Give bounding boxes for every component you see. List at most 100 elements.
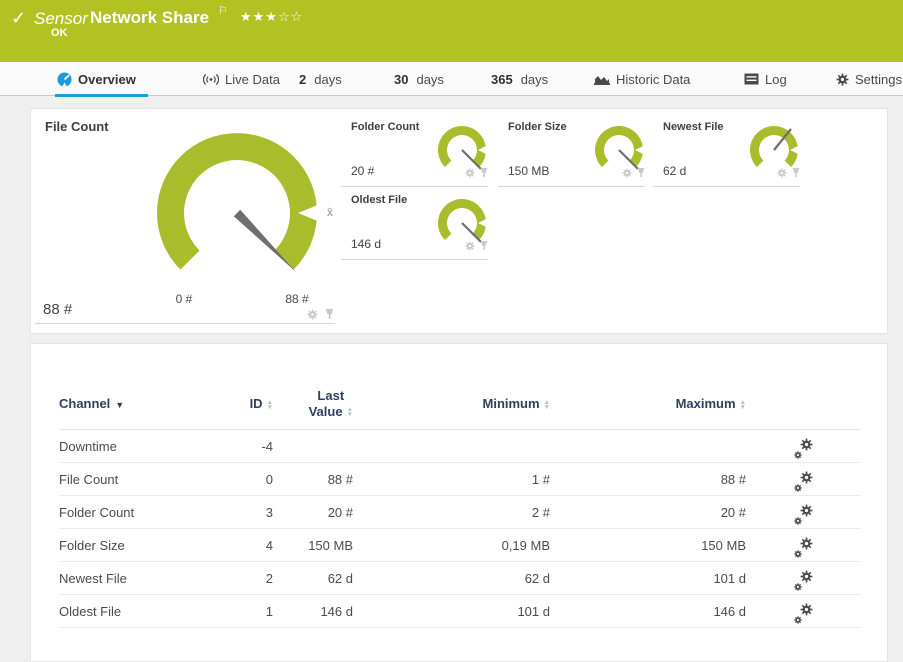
gauge-icon	[57, 72, 72, 87]
pin-icon[interactable]	[479, 165, 489, 183]
channel-minimum: 101 d	[353, 604, 550, 619]
tab-label: days	[314, 72, 341, 87]
channel-maximum: 20 #	[550, 505, 746, 520]
channel-settings-icon[interactable]	[794, 471, 814, 488]
priority-stars[interactable]: ★★★☆☆	[240, 9, 303, 25]
primary-gauge-value: 88 #	[43, 301, 72, 318]
sensor-overview-page: ✓ Sensor Network Share ⚐ ★★★☆☆ OK Overvi…	[0, 0, 903, 662]
channel-settings-icon[interactable]	[794, 537, 814, 554]
channel-name[interactable]: Folder Count	[59, 505, 209, 520]
channel-id: 1	[209, 604, 273, 619]
channel-last-value: 88 #	[273, 472, 353, 487]
broadcast-icon	[203, 73, 219, 86]
tab-label: Log	[765, 72, 787, 87]
pin-icon[interactable]	[479, 238, 489, 256]
tab-30-days[interactable]: 30 days	[394, 62, 444, 96]
tile-divider	[35, 323, 335, 324]
sort-icon: ▲▼	[740, 400, 746, 410]
channel-minimum: 1 #	[353, 472, 550, 487]
tab-label: Historic Data	[616, 72, 690, 87]
channel-name[interactable]: Newest File	[59, 571, 209, 586]
gauge-title: Newest File	[663, 121, 724, 133]
oldest-file-tile: Oldest File 146 d	[341, 190, 491, 262]
tab-label: Live Data	[225, 72, 280, 87]
channel-maximum: 88 #	[550, 472, 746, 487]
pin-icon[interactable]	[791, 165, 801, 183]
tab-label: days	[521, 72, 548, 87]
tab-label: Overview	[78, 72, 136, 87]
primary-gauge-title: File Count	[45, 119, 109, 134]
gauge-value: 62 d	[663, 164, 686, 178]
status-ok-check-icon: ✓	[11, 8, 26, 29]
log-list-icon	[744, 73, 759, 85]
table-row: Folder Size 4 150 MB 0,19 MB 150 MB	[59, 529, 861, 562]
area-chart-icon	[594, 73, 610, 86]
col-header-maximum[interactable]: Maximum▲▼	[550, 396, 746, 411]
gauge-value: 20 #	[351, 164, 374, 178]
channel-maximum: 150 MB	[550, 538, 746, 553]
gauge-scale-max: 88 #	[272, 292, 322, 306]
channel-id: 2	[209, 571, 273, 586]
channel-id: 0	[209, 472, 273, 487]
channels-table: Channel▼ ID▲▼ LastValue▲▼ Minimum▲▼ Maxi…	[59, 378, 861, 628]
gauge-settings-gear-icon[interactable]	[465, 165, 475, 183]
col-header-id[interactable]: ID▲▼	[209, 396, 273, 411]
channel-id: -4	[209, 439, 273, 454]
gauge-value: 150 MB	[508, 164, 549, 178]
flag-icon[interactable]: ⚐	[218, 4, 228, 17]
tile-divider	[498, 186, 645, 187]
folder-count-tile: Folder Count 20 #	[341, 117, 491, 189]
tab-overview[interactable]: Overview	[57, 62, 136, 96]
tab-365-days[interactable]: 365 days	[491, 62, 548, 96]
channel-minimum: 2 #	[353, 505, 550, 520]
average-marker: x̄	[327, 205, 333, 219]
channel-settings-icon[interactable]	[794, 603, 814, 620]
active-tab-indicator	[55, 94, 148, 97]
channel-minimum: 62 d	[353, 571, 550, 586]
tab-bar: Overview Live Data 2days 30days 365days …	[0, 62, 903, 96]
channel-settings-icon[interactable]	[794, 570, 814, 587]
tile-divider	[653, 186, 800, 187]
col-header-minimum[interactable]: Minimum▲▼	[353, 396, 550, 411]
tab-live-data[interactable]: Live Data	[203, 62, 280, 96]
pin-icon[interactable]	[636, 165, 646, 183]
tab-settings[interactable]: Settings	[836, 62, 902, 96]
object-kind-label: Sensor	[34, 9, 88, 29]
channel-name[interactable]: Downtime	[59, 439, 209, 454]
tab-historic-data[interactable]: Historic Data	[594, 62, 690, 96]
table-row: Oldest File 1 146 d 101 d 146 d	[59, 595, 861, 628]
stars-empty: ☆☆	[278, 9, 303, 24]
table-row: Folder Count 3 20 # 2 # 20 #	[59, 496, 861, 529]
col-header-channel[interactable]: Channel▼	[59, 396, 209, 411]
tab-number: 365	[491, 72, 513, 87]
tile-divider	[341, 259, 488, 260]
gauge-settings-gear-icon[interactable]	[622, 165, 632, 183]
gauge-settings-gear-icon[interactable]	[777, 165, 787, 183]
channel-settings-icon[interactable]	[794, 438, 814, 455]
sort-desc-icon: ▼	[115, 400, 124, 410]
tab-number: 30	[394, 72, 408, 87]
tab-2-days[interactable]: 2days	[299, 62, 342, 96]
channel-last-value: 146 d	[273, 604, 353, 619]
gauge-title: Folder Size	[508, 121, 567, 133]
tab-label: days	[416, 72, 443, 87]
channel-name[interactable]: File Count	[59, 472, 209, 487]
tile-divider	[341, 186, 488, 187]
channel-last-value: 150 MB	[273, 538, 353, 553]
channel-name[interactable]: Folder Size	[59, 538, 209, 553]
channel-name[interactable]: Oldest File	[59, 604, 209, 619]
table-header-row: Channel▼ ID▲▼ LastValue▲▼ Minimum▲▼ Maxi…	[59, 378, 861, 430]
channels-table-panel: Channel▼ ID▲▼ LastValue▲▼ Minimum▲▼ Maxi…	[30, 343, 888, 662]
channel-maximum: 146 d	[550, 604, 746, 619]
channel-id: 4	[209, 538, 273, 553]
channel-last-value: 62 d	[273, 571, 353, 586]
col-header-last-value[interactable]: LastValue▲▼	[273, 388, 353, 420]
stars-filled: ★★★	[240, 9, 278, 24]
gauge-title: Oldest File	[351, 194, 407, 206]
channel-settings-icon[interactable]	[794, 504, 814, 521]
sensor-titlebar: ✓ Sensor Network Share ⚐ ★★★☆☆ OK	[0, 0, 903, 62]
gauge-scale-min: 0 #	[159, 292, 209, 306]
gauge-title: Folder Count	[351, 121, 419, 133]
gauge-settings-gear-icon[interactable]	[465, 238, 475, 256]
tab-log[interactable]: Log	[744, 62, 787, 96]
